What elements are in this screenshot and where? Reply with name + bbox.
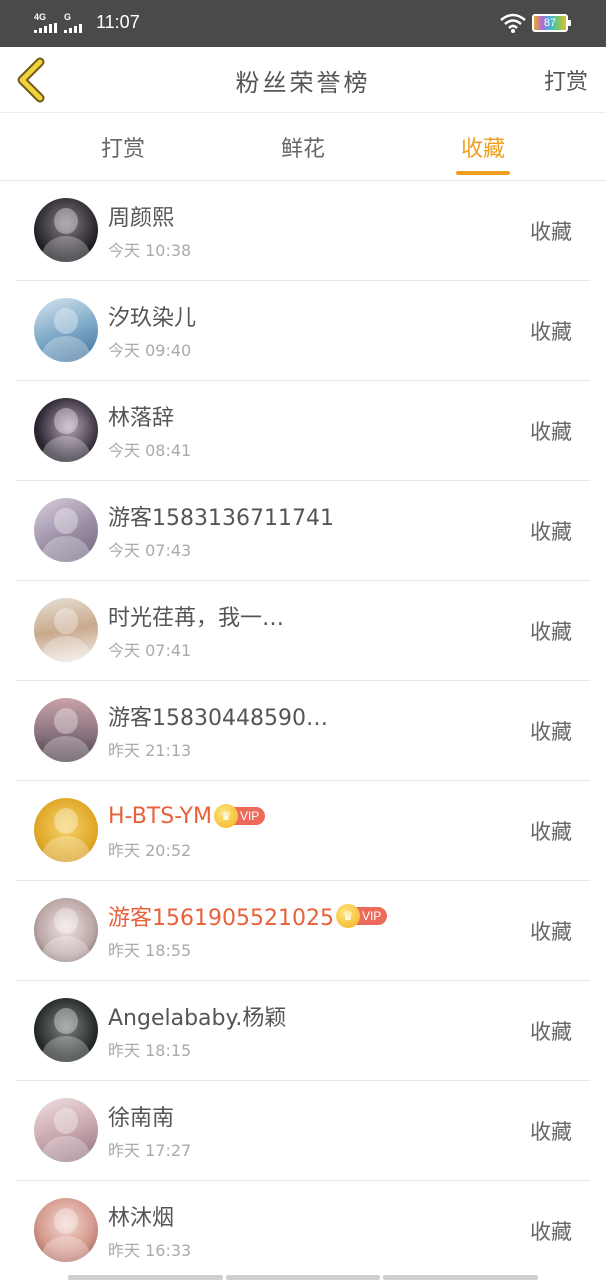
network-type-label: 4G — [34, 12, 47, 22]
user-name: 游客1583136711741 — [108, 506, 334, 531]
item-time: 今天 10:38 — [108, 241, 192, 260]
list-item[interactable]: 游客1561905521025 ♛ VIP 昨天 18:55 收藏 — [0, 881, 606, 981]
avatar — [34, 398, 98, 462]
item-time: 昨天 17:27 — [108, 1141, 192, 1160]
user-name: 时光荏苒，我一… — [108, 606, 285, 631]
item-action: 收藏 — [530, 620, 572, 644]
avatar — [34, 698, 98, 762]
item-time: 今天 09:40 — [108, 341, 192, 360]
user-name: Angelababy.杨颖 — [108, 1006, 287, 1031]
item-action: 收藏 — [530, 1220, 572, 1244]
page-title: 粉丝荣誉榜 — [235, 69, 371, 97]
tab-bar: 打赏 鲜花 收藏 — [0, 114, 606, 181]
status-time: 11:07 — [96, 12, 140, 32]
avatar — [34, 498, 98, 562]
list-item[interactable]: 徐南南 昨天 17:27 收藏 — [0, 1081, 606, 1181]
list-item[interactable]: 林沐烟 昨天 16:33 收藏 — [0, 1181, 606, 1280]
list-item[interactable]: 周颜熙 今天 10:38 收藏 — [0, 181, 606, 281]
item-time: 今天 07:41 — [108, 641, 192, 660]
item-action: 收藏 — [530, 220, 572, 244]
item-time: 昨天 21:13 — [108, 741, 192, 760]
avatar — [34, 1198, 98, 1262]
item-action: 收藏 — [530, 820, 572, 844]
item-action: 收藏 — [530, 420, 572, 444]
list-item[interactable]: 游客1583136711741 今天 07:43 收藏 — [0, 481, 606, 581]
avatar — [34, 198, 98, 262]
item-time: 昨天 20:52 — [108, 841, 192, 860]
item-action: 收藏 — [530, 520, 572, 544]
app-header: 粉丝荣誉榜 打赏 — [0, 47, 606, 113]
item-time: 昨天 16:33 — [108, 1241, 192, 1260]
wifi-icon — [500, 13, 526, 33]
item-action: 收藏 — [530, 1120, 572, 1144]
list-item[interactable]: 游客15830448590… 昨天 21:13 收藏 — [0, 681, 606, 781]
user-name: 林沐烟 — [108, 1206, 175, 1231]
user-name: H-BTS-YM — [108, 803, 212, 829]
reward-button[interactable]: 打赏 — [544, 64, 588, 96]
cellular-signal-icon: 4G — [34, 12, 57, 33]
crown-icon: ♛ — [335, 904, 360, 928]
avatar — [34, 798, 98, 862]
cellular-signal-icon-2: G — [64, 12, 82, 33]
battery-level: 87 — [543, 17, 557, 29]
avatar — [34, 898, 98, 962]
list-item[interactable]: 时光荏苒，我一… 今天 07:41 收藏 — [0, 581, 606, 681]
avatar — [34, 998, 98, 1062]
user-name: 周颜熙 — [108, 206, 175, 231]
avatar — [34, 1098, 98, 1162]
avatar — [34, 298, 98, 362]
tab-reward[interactable]: 打赏 — [78, 131, 168, 163]
crown-icon: ♛ — [213, 804, 238, 828]
list-item[interactable]: Angelababy.杨颖 昨天 18:15 收藏 — [0, 981, 606, 1081]
user-name: 徐南南 — [108, 1106, 175, 1131]
item-time: 今天 07:43 — [108, 541, 192, 560]
item-time: 今天 08:41 — [108, 441, 192, 460]
user-name: 汐玖染儿 — [108, 306, 197, 331]
network-type-label-2: G — [64, 12, 72, 22]
fan-list: 周颜熙 今天 10:38 收藏 汐玖染儿 今天 09:40 收藏 林落辞 今天 … — [0, 181, 606, 1280]
nav-gesture-bar — [68, 1275, 539, 1280]
list-item[interactable]: H-BTS-YM ♛ VIP 昨天 20:52 收藏 — [0, 781, 606, 881]
item-time: 昨天 18:15 — [108, 1041, 192, 1060]
user-name: 游客1561905521025 — [108, 906, 334, 931]
status-bar: 4G G 11:07 87 — [0, 0, 606, 47]
list-item[interactable]: 林落辞 今天 08:41 收藏 — [0, 381, 606, 481]
tab-flowers[interactable]: 鲜花 — [258, 131, 348, 163]
user-name: 游客15830448590… — [108, 706, 328, 731]
tab-active-indicator — [456, 171, 510, 175]
item-action: 收藏 — [530, 720, 572, 744]
list-item[interactable]: 汐玖染儿 今天 09:40 收藏 — [0, 281, 606, 381]
battery-icon: 87 — [532, 14, 571, 32]
user-name: 林落辞 — [108, 406, 175, 431]
item-time: 昨天 18:55 — [108, 941, 192, 960]
item-action: 收藏 — [530, 920, 572, 944]
item-action: 收藏 — [530, 1020, 572, 1044]
item-action: 收藏 — [530, 320, 572, 344]
tab-favorites[interactable]: 收藏 — [438, 131, 528, 163]
avatar — [34, 598, 98, 662]
